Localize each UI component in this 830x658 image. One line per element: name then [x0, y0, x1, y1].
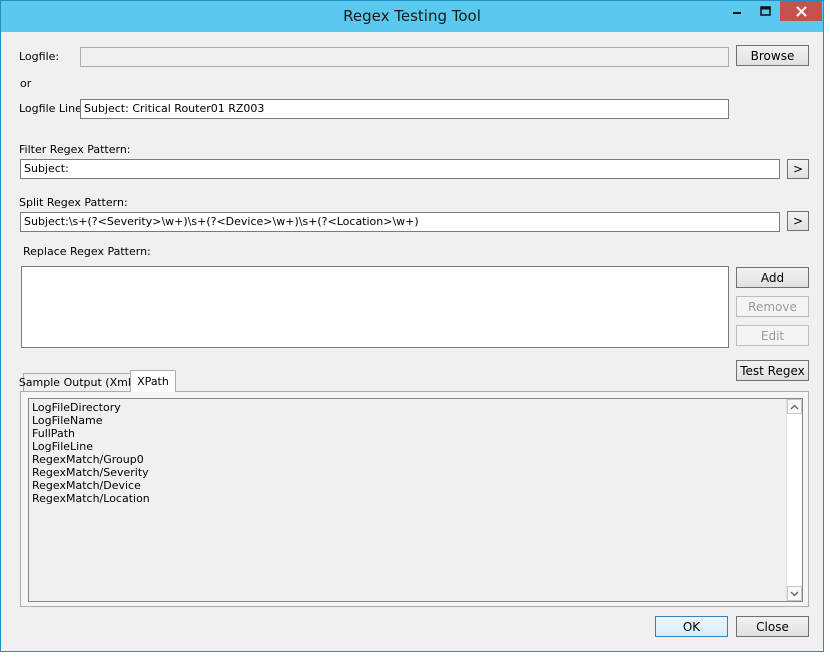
scroll-down-button[interactable]: [787, 586, 802, 601]
scroll-up-button[interactable]: [787, 399, 802, 414]
maximize-button[interactable]: [752, 1, 779, 21]
window-title: Regex Testing Tool: [343, 7, 481, 25]
logfile-line-label: Logfile Line:: [19, 102, 86, 115]
tab-xpath[interactable]: XPath: [130, 370, 176, 392]
split-regex-input[interactable]: Subject:\s+(?<Severity>\w+)\s+(?<Device>…: [20, 212, 780, 232]
tab-sample-output-xml[interactable]: Sample Output (Xml): [19, 373, 135, 392]
list-item[interactable]: RegexMatch/Device: [29, 479, 150, 492]
edit-button[interactable]: Edit: [736, 325, 809, 346]
xpath-items: LogFileDirectory LogFileName FullPath LogFi…: [29, 401, 150, 505]
filter-regex-label: Filter Regex Pattern:: [19, 143, 131, 156]
xpath-tab-panel: LogFileDirectory LogFileName FullPath LogFi…: [20, 391, 809, 607]
regex-testing-tool-window: Regex Testing Tool Logfile: Browse or Lo…: [0, 0, 824, 652]
list-item[interactable]: RegexMatch/Location: [29, 492, 150, 505]
replace-regex-list[interactable]: [21, 266, 729, 348]
apply-split-button[interactable]: >: [787, 211, 809, 231]
browse-button[interactable]: Browse: [736, 45, 809, 66]
logfile-line-input[interactable]: Subject: Critical Router01 RZ003: [80, 99, 729, 119]
test-regex-button[interactable]: Test Regex: [736, 360, 809, 381]
filter-regex-input[interactable]: Subject:: [20, 159, 780, 179]
split-regex-label: Split Regex Pattern:: [19, 196, 128, 209]
logfile-input[interactable]: [80, 47, 729, 67]
list-item[interactable]: FullPath: [29, 427, 150, 440]
list-item[interactable]: LogFileLine: [29, 440, 150, 453]
minimize-button[interactable]: [723, 1, 751, 21]
close-icon: [795, 5, 807, 17]
replace-regex-label: Replace Regex Pattern:: [23, 245, 151, 258]
list-item[interactable]: RegexMatch/Severity: [29, 466, 150, 479]
vertical-scrollbar[interactable]: [786, 399, 802, 601]
logfile-label: Logfile:: [19, 50, 60, 63]
chevron-up-icon: [790, 404, 799, 409]
remove-button[interactable]: Remove: [736, 296, 809, 317]
ok-button[interactable]: OK: [655, 616, 728, 637]
xpath-list[interactable]: LogFileDirectory LogFileName FullPath LogFi…: [28, 398, 803, 602]
title-bar[interactable]: Regex Testing Tool: [1, 1, 823, 32]
list-item[interactable]: RegexMatch/Group0: [29, 453, 150, 466]
add-button[interactable]: Add: [736, 267, 809, 288]
close-button[interactable]: Close: [736, 616, 809, 637]
chevron-down-icon: [790, 591, 799, 596]
list-item[interactable]: LogFileName: [29, 414, 150, 427]
minimize-icon: [733, 12, 741, 14]
maximize-icon: [760, 6, 771, 16]
list-item[interactable]: LogFileDirectory: [29, 401, 150, 414]
apply-filter-button[interactable]: >: [787, 159, 809, 179]
close-window-button[interactable]: [780, 1, 822, 21]
or-label: or: [20, 77, 32, 90]
